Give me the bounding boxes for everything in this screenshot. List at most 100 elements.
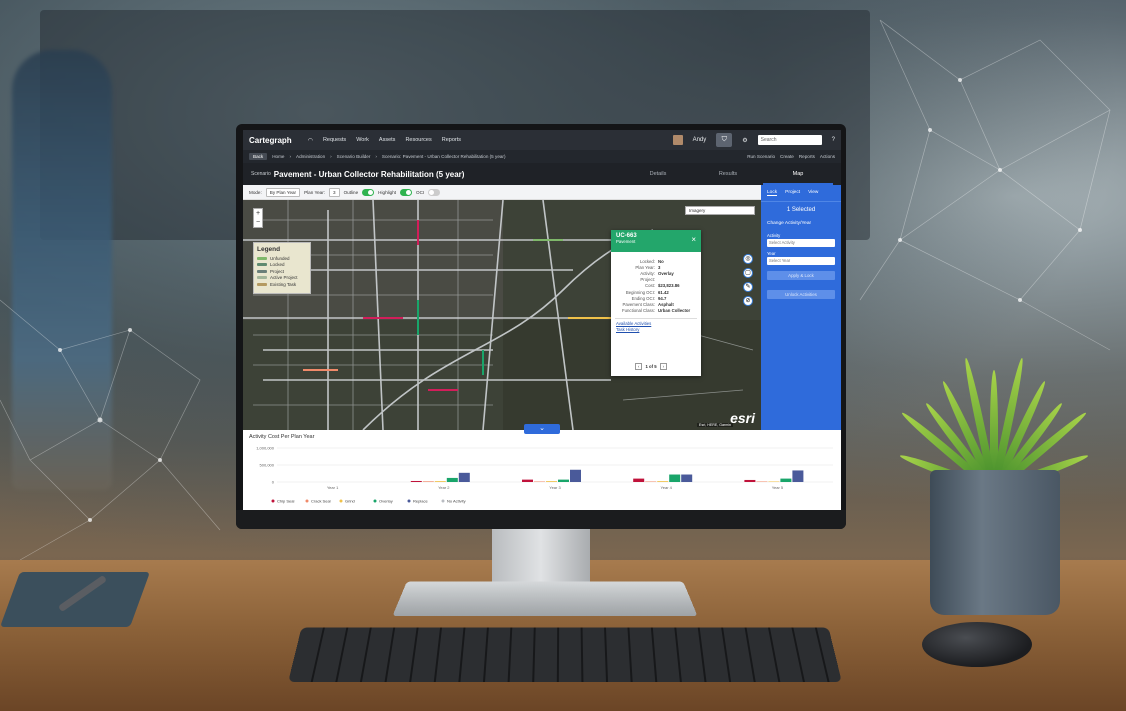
bar	[434, 481, 446, 482]
app-logo[interactable]: Cartegraph	[249, 136, 292, 145]
prev-icon[interactable]: ‹	[635, 363, 643, 370]
locate-icon[interactable]: ◎	[743, 254, 753, 264]
bar	[522, 479, 533, 482]
bar	[669, 474, 681, 482]
tab-map[interactable]: Map	[763, 163, 833, 185]
bar	[756, 481, 768, 482]
reports-button[interactable]: Reports	[799, 154, 815, 159]
legend-label: Overlay	[379, 499, 393, 504]
activity-select[interactable]: Select Activity	[767, 239, 835, 247]
actions-button[interactable]: Actions	[820, 154, 835, 159]
activity-label: Activity	[767, 233, 781, 238]
bar	[534, 481, 545, 482]
selected-count: 1 Selected	[786, 207, 816, 213]
avatar[interactable]	[672, 135, 683, 145]
basemap-select[interactable]: Imagery	[685, 206, 755, 215]
draw-icon[interactable]: ✎	[743, 282, 753, 292]
legend-marker	[339, 499, 343, 503]
mode-label: Mode:	[249, 189, 262, 195]
x-tick-label: Year 4	[660, 485, 672, 490]
bar	[645, 481, 657, 482]
pager-text: 1 of 5	[645, 364, 657, 369]
zoom-control[interactable]: + −	[253, 208, 263, 228]
nav-requests[interactable]: Requests	[323, 137, 346, 143]
popup-header: UC-663 Pavement ×	[611, 230, 701, 252]
select-icon[interactable]: ▢	[743, 268, 753, 278]
map-tools: ◎ ▢ ✎ ⊘	[743, 254, 753, 306]
legend-label: Replace	[413, 499, 428, 504]
bar	[768, 481, 780, 482]
map-toolbar: Mode: By Plan Year Plan Year: 3 Outline …	[243, 185, 761, 200]
monitor-stand	[492, 529, 590, 584]
bar	[558, 479, 569, 482]
next-icon[interactable]: ›	[659, 363, 668, 370]
oci-toggle[interactable]	[428, 188, 441, 196]
top-nav-bar: Cartegraph ◠ Requests Work Assets Resour…	[243, 130, 841, 150]
bar	[422, 481, 434, 482]
year-label: Year	[767, 251, 776, 256]
task-history-link[interactable]: Task History	[611, 327, 701, 333]
mode-select[interactable]: By Plan Year	[265, 187, 301, 197]
popup-subtitle: Pavement	[616, 239, 636, 244]
highlight-toggle[interactable]	[400, 188, 413, 196]
scenario-label: Scenario	[251, 171, 271, 177]
outline-label: Outline	[343, 189, 359, 195]
unlock-activities-button[interactable]: Unlock Activities	[767, 290, 835, 299]
apply-lock-button[interactable]: Apply & Lock	[767, 271, 835, 280]
plant-pot	[930, 470, 1060, 615]
legend-marker	[441, 499, 445, 503]
monitor-base	[392, 581, 698, 617]
x-tick-label: Year 5	[772, 485, 784, 490]
close-icon[interactable]: ×	[691, 235, 696, 244]
bar	[780, 478, 792, 482]
nav-work[interactable]: Work	[356, 137, 369, 143]
user-name[interactable]: Andy	[693, 137, 707, 143]
map-legend: Legend Unfunded Locked Project Active Pr…	[253, 242, 311, 294]
bar	[458, 472, 470, 482]
bar-chart: 1,000,000 500,000 0 Year 1 Year 2 Year 3 Year …	[256, 446, 833, 504]
create-button[interactable]: Create	[780, 154, 794, 159]
back-button[interactable]: Back	[249, 153, 268, 160]
nav-resources[interactable]: Resources	[405, 137, 431, 143]
outline-toggle[interactable]	[362, 188, 375, 196]
settings-icon[interactable]: ⚙	[742, 137, 747, 144]
help-icon[interactable]: ?	[832, 137, 835, 143]
breadcrumb-administration[interactable]: Administration	[296, 154, 325, 159]
bar	[633, 478, 645, 482]
chevron-down-icon[interactable]: ⌄	[524, 424, 560, 434]
highlight-label: Highlight	[378, 189, 397, 195]
tab-view[interactable]: View	[808, 190, 818, 196]
bar	[446, 477, 458, 482]
mouse	[922, 622, 1032, 667]
tab-project[interactable]: Project	[785, 190, 800, 196]
map-view[interactable]: + − Legend Unfunded Locked Project Active…	[243, 200, 761, 430]
bar	[657, 481, 669, 482]
breadcrumb-home[interactable]: Home	[272, 154, 284, 159]
bar	[546, 481, 557, 482]
map-attribution: Esri, HERE, Garmin	[697, 423, 733, 427]
bar	[410, 480, 422, 482]
legend-label: Grind	[345, 499, 355, 504]
background-person	[12, 50, 112, 490]
tab-details[interactable]: Details	[623, 163, 693, 185]
y-tick-label: 1,000,000	[256, 446, 275, 451]
app-screen: Cartegraph ◠ Requests Work Assets Resour…	[243, 130, 841, 510]
run-scenario-button[interactable]: Run Scenario	[747, 154, 775, 159]
year-select[interactable]: Select Year	[767, 257, 835, 265]
popup-pager: ‹ 1 of 5 ›	[635, 363, 668, 370]
plan-year-select[interactable]: 3	[329, 187, 340, 197]
tab-lock[interactable]: Lock	[767, 190, 778, 196]
shield-icon[interactable]: ⛉	[716, 133, 733, 147]
legend-label: No Activity	[447, 499, 466, 504]
dashboard-icon[interactable]: ◠	[308, 137, 313, 144]
breadcrumb-scenario-builder[interactable]: Scenario Builder	[337, 154, 371, 159]
bar	[570, 469, 581, 482]
clear-icon[interactable]: ⊘	[743, 296, 753, 306]
tab-results[interactable]: Results	[693, 163, 763, 185]
legend-title: Legend	[257, 246, 281, 253]
nav-assets[interactable]: Assets	[379, 137, 396, 143]
monitor-chin	[236, 510, 846, 529]
nav-reports[interactable]: Reports	[442, 137, 461, 143]
side-panel: Lock Project View 1 Selected Change Acti…	[761, 185, 841, 430]
search-input[interactable]: Search	[757, 135, 822, 145]
